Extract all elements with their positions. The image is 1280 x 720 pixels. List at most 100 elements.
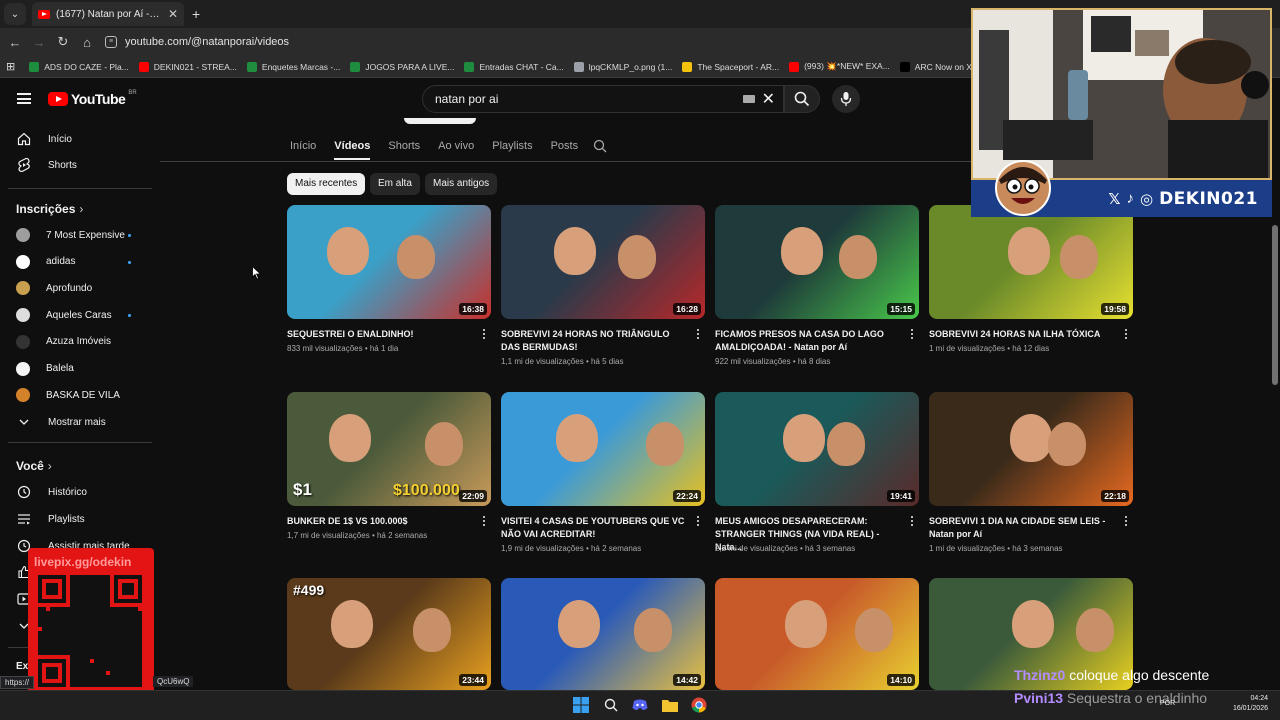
clear-search-icon[interactable]: ✕ bbox=[762, 89, 775, 109]
video-card[interactable]: 19:58 SOBREVIVI 24 HORAS NA ILHA TÓXICA 1 … bbox=[929, 205, 1133, 375]
tab-list-button[interactable]: ⌄ bbox=[4, 3, 26, 25]
video-card[interactable]: #499 23:44 bbox=[287, 578, 491, 690]
tab-5[interactable]: Posts bbox=[551, 134, 579, 160]
video-thumbnail[interactable]: 22:24 bbox=[501, 392, 705, 506]
video-age: há 2 semanas bbox=[590, 544, 642, 553]
sidebar-subscription[interactable]: BASKA DE VILA bbox=[0, 382, 158, 408]
file-explorer-icon[interactable] bbox=[660, 695, 680, 715]
filter-chip[interactable]: Em alta bbox=[370, 173, 420, 195]
site-info-icon[interactable]: ≡ bbox=[105, 36, 117, 48]
video-card[interactable]: $1 $100.000 22:09 BUNKER DE 1$ VS 100.000$ 1… bbox=[287, 392, 491, 562]
video-title[interactable]: VISITEI 4 CASAS DE YOUTUBERS QUE VC NÃO … bbox=[501, 515, 691, 541]
video-title[interactable]: SOBREVIVI 1 DIA NA CIDADE SEM LEIS - Nat… bbox=[929, 515, 1119, 541]
sidebar-subscription[interactable]: Balela bbox=[0, 356, 158, 382]
tab-0[interactable]: Início bbox=[290, 134, 316, 160]
video-thumbnail[interactable]: 14:10 bbox=[715, 578, 919, 690]
bookmark-item[interactable]: (993) 💥*NEW* EXA... bbox=[789, 61, 890, 72]
home-icon[interactable]: ⌂ bbox=[75, 35, 99, 50]
keyboard-icon[interactable] bbox=[743, 95, 755, 103]
video-card[interactable]: 22:24 VISITEI 4 CASAS DE YOUTUBERS QUE VC… bbox=[501, 392, 705, 562]
tab-2[interactable]: Shorts bbox=[388, 134, 420, 160]
tab-4[interactable]: Playlists bbox=[492, 134, 532, 160]
video-title[interactable]: BUNKER DE 1$ VS 100.000$ bbox=[287, 515, 477, 528]
bookmark-item[interactable]: lpqCKMLP_o.png (1... bbox=[573, 61, 672, 72]
filter-chip[interactable]: Mais recentes bbox=[287, 173, 366, 195]
video-card[interactable]: 19:41 MEUS AMIGOS DESAPARECERAM: STRANGER… bbox=[715, 392, 919, 562]
system-clock[interactable]: 04:24 16/01/2026 bbox=[1222, 694, 1268, 714]
search-input[interactable]: natan por ai ✕ bbox=[422, 85, 784, 113]
input-language[interactable]: POR bbox=[1160, 700, 1175, 707]
channel-search-icon[interactable] bbox=[593, 139, 607, 156]
sidebar-item-shorts[interactable]: Shorts bbox=[0, 152, 158, 178]
video-thumbnail[interactable]: 19:41 bbox=[715, 392, 919, 506]
sidebar-item-history[interactable]: Histórico bbox=[0, 479, 158, 505]
sidebar-item-home[interactable]: Início bbox=[0, 126, 158, 152]
bookmark-item[interactable]: Entradas CHAT - Ca... bbox=[464, 61, 564, 72]
video-title[interactable]: SOBREVIVI 24 HORAS NA ILHA TÓXICA bbox=[929, 328, 1119, 341]
taskbar-search-icon[interactable] bbox=[601, 695, 621, 715]
close-tab-icon[interactable]: ✕ bbox=[168, 7, 178, 21]
start-icon[interactable] bbox=[571, 695, 591, 715]
video-options-icon[interactable] bbox=[482, 516, 486, 528]
forward-icon[interactable]: → bbox=[27, 35, 51, 50]
bookmark-item[interactable]: JOGOS PARA A LIVE... bbox=[350, 61, 454, 72]
video-title[interactable]: SEQUESTREI O ENALDINHO! bbox=[287, 328, 477, 341]
video-card[interactable]: 22:18 SOBREVIVI 1 DIA NA CIDADE SEM LEIS … bbox=[929, 392, 1133, 562]
clock-time: 04:24 bbox=[1250, 695, 1268, 702]
bookmark-item[interactable]: Enquetes Marcas -... bbox=[246, 61, 340, 72]
video-metadata: 1,9 mi de visualizações • há 2 semanas bbox=[501, 544, 701, 553]
discord-icon[interactable] bbox=[630, 695, 650, 715]
subscribe-button-partial[interactable] bbox=[404, 118, 476, 124]
video-options-icon[interactable] bbox=[1124, 516, 1128, 528]
video-options-icon[interactable] bbox=[910, 329, 914, 341]
video-thumbnail[interactable]: 19:58 bbox=[929, 205, 1133, 319]
you-heading[interactable]: Você › bbox=[16, 459, 52, 473]
bookmark-item[interactable]: The Spaceport - AR... bbox=[682, 61, 779, 72]
video-title[interactable]: SOBREVIVI 24 HORAS NO TRIÂNGULO DAS BERM… bbox=[501, 328, 691, 354]
video-card[interactable]: 14:10 bbox=[715, 578, 919, 690]
sidebar-subscription[interactable]: Azuza Imóveis bbox=[0, 329, 158, 355]
video-thumbnail[interactable]: 15:15 bbox=[715, 205, 919, 319]
video-options-icon[interactable] bbox=[482, 329, 486, 341]
video-thumbnail[interactable]: #499 23:44 bbox=[287, 578, 491, 690]
sidebar-subscription[interactable]: adidas bbox=[0, 249, 158, 275]
new-tab-icon[interactable]: + bbox=[192, 6, 200, 22]
sidebar-item-playlists[interactable]: Playlists bbox=[0, 506, 158, 532]
video-options-icon[interactable] bbox=[1124, 329, 1128, 341]
back-icon[interactable]: ← bbox=[3, 35, 27, 50]
video-thumbnail[interactable]: 16:38 bbox=[287, 205, 491, 319]
video-title[interactable]: FICAMOS PRESOS NA CASA DO LAGO AMALDIÇOA… bbox=[715, 328, 905, 354]
subscriptions-heading[interactable]: Inscrições › bbox=[16, 202, 83, 216]
menu-icon[interactable] bbox=[17, 93, 31, 104]
youtube-logo[interactable]: YouTube BR bbox=[48, 90, 137, 107]
video-card[interactable]: 15:15 FICAMOS PRESOS NA CASA DO LAGO AMAL… bbox=[715, 205, 919, 375]
sidebar-subscription[interactable]: 7 Most Expensive bbox=[0, 222, 158, 248]
video-options-icon[interactable] bbox=[910, 516, 914, 528]
video-thumbnail[interactable]: 16:28 bbox=[501, 205, 705, 319]
bookmark-favicon-icon bbox=[899, 61, 910, 72]
video-thumbnail[interactable]: $1 $100.000 22:09 bbox=[287, 392, 491, 506]
video-options-icon[interactable] bbox=[696, 329, 700, 341]
video-options-icon[interactable] bbox=[696, 516, 700, 528]
search-button[interactable] bbox=[784, 85, 820, 113]
show-more-button[interactable]: Mostrar mais bbox=[0, 409, 158, 435]
tab-3[interactable]: Ao vivo bbox=[438, 134, 474, 160]
url-field[interactable]: ≡ youtube.com/@natanporai/videos bbox=[105, 36, 289, 48]
sidebar-subscription[interactable]: Aprofundo bbox=[0, 275, 158, 301]
sidebar-subscription[interactable]: Aqueles Caras bbox=[0, 302, 158, 328]
video-thumbnail[interactable]: 22:18 bbox=[929, 392, 1133, 506]
bookmark-item[interactable]: ADS DO CAZE - Pla... bbox=[29, 61, 129, 72]
chrome-icon[interactable] bbox=[689, 695, 709, 715]
video-card[interactable]: 16:38 SEQUESTREI O ENALDINHO! 833 mil visu… bbox=[287, 205, 491, 375]
browser-tab[interactable]: (1677) Natan por Aí - YouTube ✕ bbox=[32, 2, 184, 26]
voice-search-button[interactable] bbox=[832, 85, 860, 113]
video-card[interactable]: 16:28 SOBREVIVI 24 HORAS NO TRIÂNGULO DAS… bbox=[501, 205, 705, 375]
video-card[interactable]: 14:42 bbox=[501, 578, 705, 690]
apps-icon[interactable]: ⊞ bbox=[6, 60, 15, 73]
filter-chip[interactable]: Mais antigos bbox=[425, 173, 498, 195]
reload-icon[interactable]: ↻ bbox=[51, 34, 75, 50]
bookmark-item[interactable]: DEKIN021 - STREA... bbox=[138, 61, 237, 72]
tab-1[interactable]: Vídeos bbox=[334, 134, 371, 160]
scrollbar-thumb[interactable] bbox=[1272, 225, 1278, 385]
video-thumbnail[interactable]: 14:42 bbox=[501, 578, 705, 690]
